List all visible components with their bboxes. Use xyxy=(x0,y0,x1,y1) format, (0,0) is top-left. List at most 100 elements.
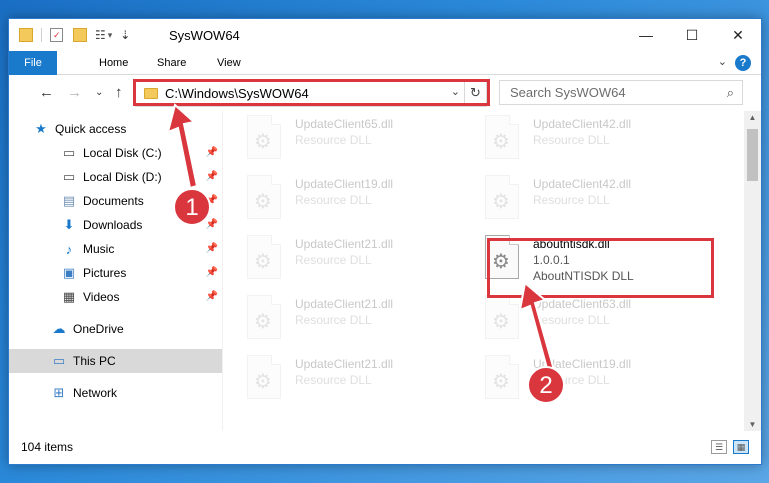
search-box[interactable]: ⌕ xyxy=(499,80,743,105)
pin-icon[interactable]: 📌 xyxy=(206,243,218,254)
details-view-icon[interactable]: ☰ xyxy=(711,440,727,454)
file-item[interactable]: ⚙ UpdateClient21.dll Resource DLL xyxy=(223,231,451,291)
tab-file[interactable]: File xyxy=(9,51,57,75)
file-item-aboutntisdk[interactable]: ⚙ aboutntisdk.dll 1.0.0.1 AboutNTISDK DL… xyxy=(461,231,689,291)
tab-view[interactable]: View xyxy=(205,51,253,75)
minimize-button[interactable]: — xyxy=(623,19,669,51)
sidebar-item-local-disk-d[interactable]: ▭ Local Disk (D:) 📌 xyxy=(9,165,222,189)
dll-file-icon: ⚙ xyxy=(247,295,281,339)
file-name: UpdateClient42.dll xyxy=(533,117,632,131)
file-item[interactable]: ⚙ UpdateClient19.dll Resource DLL xyxy=(223,171,451,231)
gear-icon: ⚙ xyxy=(492,311,510,333)
file-name: UpdateClient21.dll xyxy=(295,297,394,311)
music-icon: ♪ xyxy=(65,241,73,257)
up-button[interactable]: ↑ xyxy=(115,84,123,101)
dll-file-icon: ⚙ xyxy=(247,115,281,159)
maximize-button[interactable]: ☐ xyxy=(669,19,715,51)
pin-icon[interactable]: 📌 xyxy=(206,267,218,278)
dll-file-icon: ⚙ xyxy=(247,175,281,219)
file-description: AboutNTISDK DLL xyxy=(533,269,634,283)
pin-icon[interactable]: 📌 xyxy=(206,219,218,230)
status-bar: 104 items ☰ ▦ xyxy=(9,430,761,464)
drive-icon: ▭ xyxy=(62,145,76,160)
address-bar[interactable]: C:\Windows\SysWOW64 ⌄ ↻ xyxy=(135,79,487,107)
ribbon-expand-icon[interactable]: ⌄ xyxy=(718,55,727,68)
sidebar-item-this-pc[interactable]: ▭ This PC xyxy=(9,349,222,373)
computer-icon: ▭ xyxy=(52,353,66,368)
sidebar-item-label: Local Disk (D:) xyxy=(83,170,162,184)
back-button[interactable]: ← xyxy=(39,84,54,101)
scroll-thumb[interactable] xyxy=(747,129,758,181)
pin-icon[interactable]: 📌 xyxy=(206,147,218,158)
scroll-up-icon[interactable]: ▲ xyxy=(744,113,761,122)
gear-icon: ⚙ xyxy=(492,191,510,213)
file-type: Resource DLL xyxy=(533,193,610,207)
vertical-scrollbar[interactable]: ▲ ▼ xyxy=(744,111,761,431)
gear-icon: ⚙ xyxy=(254,131,272,153)
dll-file-icon: ⚙ xyxy=(247,235,281,279)
folder-icon[interactable] xyxy=(19,28,33,42)
sidebar-item-quick-access[interactable]: ★ Quick access xyxy=(9,117,222,141)
file-type: Resource DLL xyxy=(295,253,372,267)
tab-home[interactable]: Home xyxy=(87,51,140,75)
file-type: Resource DLL xyxy=(295,133,372,147)
dll-file-icon: ⚙ xyxy=(485,175,519,219)
explorer-window: ✓ ☷ ▾ ⇣ SysWOW64 — ☐ ✕ File Home Share V… xyxy=(8,18,762,465)
help-icon[interactable]: ? xyxy=(735,55,751,71)
search-input[interactable] xyxy=(510,85,710,100)
dll-file-icon: ⚙ xyxy=(485,235,519,279)
file-item[interactable]: ⚙ UpdateClient21.dll Resource DLL xyxy=(223,291,451,351)
window-title: SysWOW64 xyxy=(169,28,240,43)
navigation-pane: ★ Quick access ▭ Local Disk (C:) 📌 ▭ Loc… xyxy=(9,111,222,431)
refresh-button[interactable]: ↻ xyxy=(464,80,486,106)
search-icon[interactable]: ⌕ xyxy=(727,85,734,101)
sidebar-item-label: Documents xyxy=(83,194,144,208)
address-path[interactable]: C:\Windows\SysWOW64 xyxy=(165,86,309,101)
file-item[interactable]: ⚙ UpdateClient19.dll Resource DLL xyxy=(461,351,689,411)
file-type: Resource DLL xyxy=(295,193,372,207)
sidebar-item-label: This PC xyxy=(73,354,116,368)
tab-share[interactable]: Share xyxy=(145,51,198,75)
drive-icon: ▭ xyxy=(62,169,76,184)
gear-icon: ⚙ xyxy=(254,371,272,393)
layout-icon[interactable]: ☷ xyxy=(95,28,106,42)
forward-button[interactable]: → xyxy=(67,84,82,101)
sidebar-item-pictures[interactable]: ▣ Pictures 📌 xyxy=(9,261,222,285)
file-version: 1.0.0.1 xyxy=(533,253,570,267)
sidebar-item-label: Quick access xyxy=(55,122,127,136)
quick-access-toolbar: ✓ ☷ ▾ ⇣ xyxy=(19,28,130,42)
pictures-icon: ▣ xyxy=(62,265,76,280)
sidebar-item-onedrive[interactable]: ☁ OneDrive xyxy=(9,317,222,341)
sidebar-item-label: Network xyxy=(73,386,118,400)
sidebar-item-music[interactable]: ♪ Music 📌 xyxy=(9,237,222,261)
sidebar-item-label: Videos xyxy=(83,290,120,304)
pin-icon[interactable]: 📌 xyxy=(206,291,218,302)
sidebar-item-videos[interactable]: ▦ Videos 📌 xyxy=(9,285,222,309)
address-dropdown-icon[interactable]: ⌄ xyxy=(451,85,460,98)
sidebar-item-local-disk-c[interactable]: ▭ Local Disk (C:) 📌 xyxy=(9,141,222,165)
gear-icon: ⚙ xyxy=(254,191,272,213)
recent-locations-button[interactable]: ⌄ xyxy=(95,87,103,98)
close-button[interactable]: ✕ xyxy=(715,19,761,51)
dll-file-icon: ⚙ xyxy=(485,295,519,339)
pin-icon[interactable]: 📌 xyxy=(206,171,218,182)
properties-icon[interactable]: ✓ xyxy=(50,28,63,42)
scroll-down-icon[interactable]: ▼ xyxy=(744,420,761,429)
step-2-badge: 2 xyxy=(527,366,565,404)
dll-file-icon: ⚙ xyxy=(485,115,519,159)
file-item[interactable]: ⚙ UpdateClient65.dll Resource DLL xyxy=(223,111,451,171)
customize-qa-icon[interactable]: ▾ xyxy=(108,30,113,41)
folder-icon xyxy=(144,87,158,99)
file-item[interactable]: ⚙ UpdateClient42.dll Resource DLL xyxy=(461,171,689,231)
item-count: 104 items xyxy=(21,440,74,454)
file-item[interactable]: ⚙ UpdateClient21.dll Resource DLL xyxy=(223,351,451,411)
step-1-badge: 1 xyxy=(173,188,211,226)
sidebar-item-network[interactable]: ⊞ Network xyxy=(9,381,222,405)
new-folder-icon[interactable] xyxy=(73,28,87,42)
file-item[interactable]: ⚙ UpdateClient42.dll Resource DLL xyxy=(461,111,689,171)
file-item[interactable]: ⚙ UpdateClient63.dll Resource DLL xyxy=(461,291,689,351)
gear-icon: ⚙ xyxy=(492,131,510,153)
tiles-view-icon[interactable]: ▦ xyxy=(733,440,749,454)
qa-expand-icon[interactable]: ⇣ xyxy=(120,28,130,42)
gear-icon: ⚙ xyxy=(254,311,272,333)
